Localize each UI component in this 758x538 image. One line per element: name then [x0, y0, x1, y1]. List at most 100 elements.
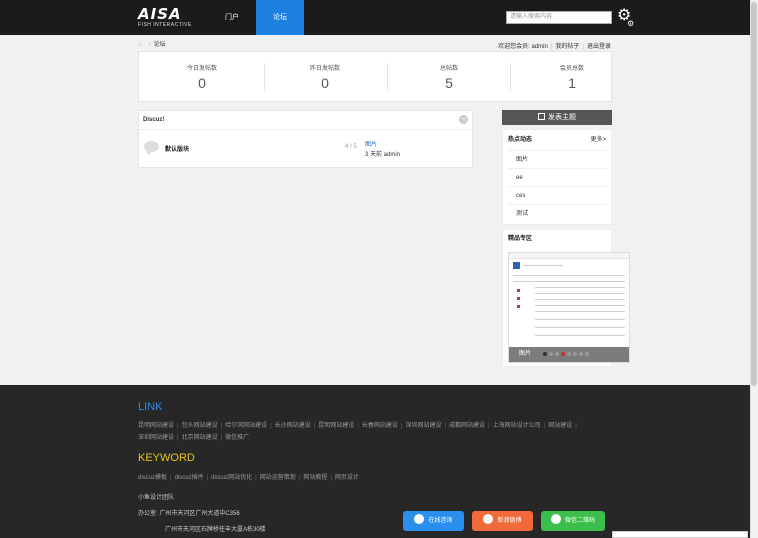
weibo-label: 新浪微博: [497, 518, 522, 524]
footer-link[interactable]: 哈尔滨网站建设: [225, 423, 267, 429]
thumb-line: [523, 265, 563, 266]
footer-link[interactable]: 长沙网站建设: [275, 423, 311, 429]
wechat-qr-button[interactable]: 微信二维码: [541, 511, 605, 531]
footer-link[interactable]: 成都网站建设: [449, 423, 485, 429]
forum-stats: 今日发帖数 0 昨日发帖数 0 总帖数 5 会员总数 1: [138, 51, 612, 102]
thumb-line: [535, 299, 625, 300]
stat-value: 5: [445, 75, 453, 91]
team-name: 小鱼设计团队: [138, 495, 175, 501]
new-thread-button[interactable]: 发表主题: [502, 110, 612, 125]
footer-links-row-2: 深圳网站建设 | 北京网站建设 | 微信推广: [138, 435, 250, 441]
logout-link[interactable]: 退出登录: [587, 44, 611, 50]
keyword-link[interactable]: discuz模板: [138, 475, 167, 481]
thumb-mark: [517, 297, 520, 300]
welcome-text[interactable]: 欢迎您会员: admin: [498, 44, 548, 50]
footer-link[interactable]: 深圳网站建设: [138, 435, 174, 441]
footer-link[interactable]: 微信推广: [225, 435, 249, 441]
footer-link[interactable]: 上海网站设计公司: [493, 423, 541, 429]
search-input[interactable]: 请输入搜索内容: [506, 11, 612, 24]
footer-link[interactable]: 北京网站建设: [182, 435, 218, 441]
carousel-dots[interactable]: [543, 351, 591, 358]
logo-subtitle: FISH INTERACTIVE: [138, 22, 192, 28]
stat-divider: [387, 63, 388, 91]
thumb-line: [535, 311, 625, 312]
qq-icon: [414, 514, 425, 524]
wechat-label: 微信二维码: [564, 518, 595, 524]
scrollbar-thumb[interactable]: [751, 2, 757, 386]
thumb-line: [535, 293, 625, 294]
thumb-logo: [513, 262, 520, 269]
forum-last-post-title[interactable]: 图片: [365, 139, 377, 148]
online-consult-button[interactable]: 在线咨询: [403, 511, 464, 531]
thumb-mark: [517, 305, 520, 308]
collapse-icon[interactable]: −: [459, 115, 468, 124]
corner-panel: [612, 531, 748, 538]
thumb-line: [513, 275, 625, 276]
gear-small-icon: ⚙: [627, 19, 635, 28]
forum-count: 4 / 5: [345, 144, 357, 150]
office-address-1: 办公室: 广州市天河区广州大道中C356: [138, 508, 240, 517]
featured-section: 精品专区 图片: [502, 229, 630, 367]
hot-item[interactable]: ee: [508, 168, 606, 186]
stat-value: 1: [568, 75, 576, 91]
category-header: Discuz! −: [139, 111, 472, 130]
my-posts-link[interactable]: 我的帖子: [555, 44, 579, 50]
site-logo[interactable]: AISA FISH INTERACTIVE: [138, 7, 192, 29]
thumb-line: [535, 305, 625, 306]
nav-forum[interactable]: 论坛: [256, 0, 304, 35]
forum-category: Discuz! − 默认版块 4 / 5 图片 3 天前 admin: [138, 110, 473, 168]
site-footer: LINK 昆明网站建设 | 包头网站建设 | 哈尔滨网站建设 | 长沙网站建设 | 昆明网站建设…: [0, 385, 750, 538]
stat-value: 0: [321, 75, 329, 91]
page-scrollbar[interactable]: [750, 0, 758, 538]
breadcrumb-separator: ›: [148, 42, 151, 48]
keyword-link[interactable]: 网站教程: [303, 475, 327, 481]
thumb-line: [535, 319, 625, 320]
office-label: 办公室:: [138, 511, 158, 517]
thumb-mark: [517, 289, 520, 292]
forum-last-post-meta: 3 天前 admin: [365, 152, 401, 158]
forum-bubble-icon: [144, 141, 159, 155]
top-header: AISA FISH INTERACTIVE 门户 论坛 请输入搜索内容 ⚙ ⚙: [0, 0, 750, 35]
new-thread-label: 发表主题: [548, 114, 576, 121]
thumb-line: [513, 281, 625, 282]
online-consult-label: 在线咨询: [428, 518, 453, 524]
footer-link[interactable]: 昆明网站建设: [138, 423, 174, 429]
thumb-line: [535, 327, 625, 328]
stat-divider: [510, 63, 511, 91]
footer-link[interactable]: 昆明网站建设: [318, 423, 354, 429]
hot-item[interactable]: ces: [508, 186, 606, 204]
hot-more-link[interactable]: 更多>: [590, 130, 606, 150]
hot-topics-header: 热点动态 更多>: [503, 130, 611, 150]
stat-label: 今日发帖数: [186, 66, 217, 72]
stat-label: 会员总数: [559, 66, 584, 72]
footer-link[interactable]: 包头网站建设: [182, 423, 218, 429]
address-line-2: 广州市天河区石牌桥任丰大厦A栋30楼: [165, 527, 266, 533]
thumb-topbar: [509, 253, 629, 259]
nav-portal[interactable]: 门户: [212, 0, 252, 35]
footer-link[interactable]: 网站建设: [548, 423, 572, 429]
weibo-button[interactable]: 新浪微博: [472, 511, 533, 531]
stat-label: 总帖数: [439, 66, 458, 72]
keyword-link[interactable]: discuz网站优化: [211, 475, 252, 481]
hot-topics-title: 热点动态: [508, 137, 533, 143]
keyword-link[interactable]: 网页设计: [335, 475, 359, 481]
featured-title: 精品专区: [508, 236, 533, 242]
breadcrumb: ⌂ › 论坛: [138, 39, 166, 48]
forum-row: 默认版块 4 / 5 图片 3 天前 admin: [139, 130, 472, 168]
hot-item[interactable]: 图片: [508, 150, 606, 168]
thumb-line: [535, 335, 625, 336]
stat-divider: [264, 63, 265, 91]
forum-name[interactable]: 默认版块: [165, 144, 189, 153]
user-bar: 欢迎您会员: admin | 我的帖子 | 退出登录: [498, 44, 611, 50]
home-icon[interactable]: ⌂: [138, 42, 142, 48]
category-title[interactable]: Discuz!: [143, 117, 164, 123]
hot-item[interactable]: 测试: [508, 204, 606, 222]
breadcrumb-current[interactable]: 论坛: [154, 42, 166, 48]
footer-link[interactable]: 长春网站建设: [362, 423, 398, 429]
footer-link[interactable]: 深圳网站建设: [405, 423, 441, 429]
keyword-link[interactable]: discuz插件: [175, 475, 204, 481]
footer-keywords: discuz模板 | discuz插件 | discuz网站优化 | 网站运营策划 | 网站教程…: [138, 475, 359, 481]
featured-image[interactable]: 图片: [508, 252, 630, 363]
stat-yesterday: 昨日发帖数 0: [266, 63, 384, 91]
keyword-link[interactable]: 网站运营策划: [260, 475, 296, 481]
